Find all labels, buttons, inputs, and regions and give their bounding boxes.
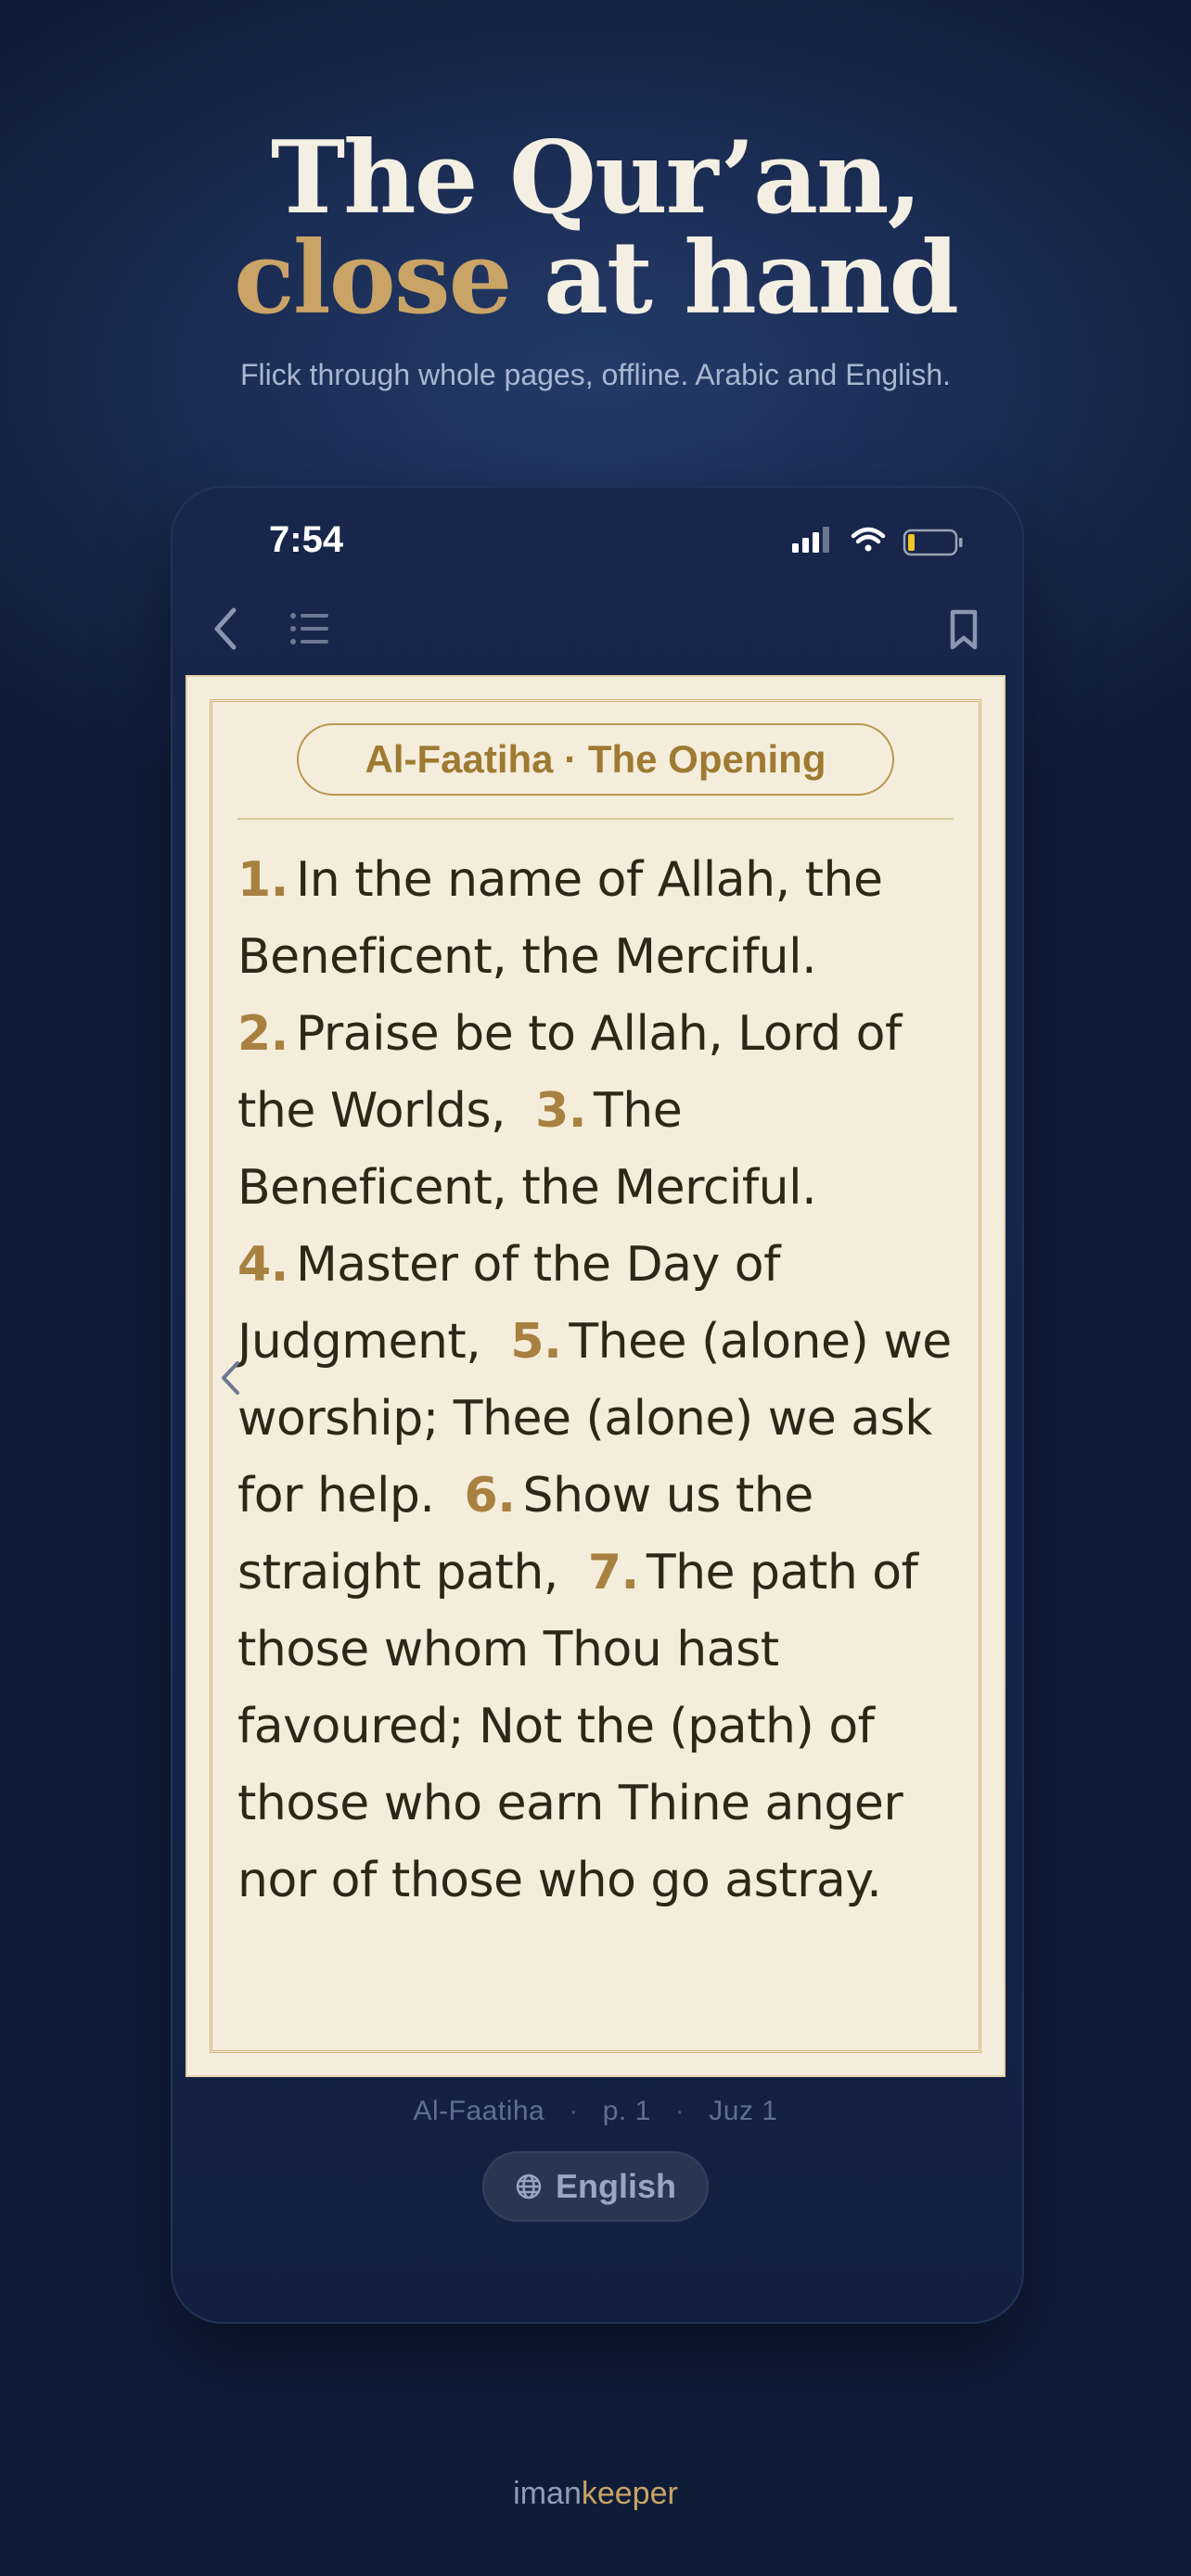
page-divider bbox=[237, 818, 954, 820]
back-chevron-icon[interactable] bbox=[210, 605, 243, 653]
globe-icon bbox=[516, 2174, 542, 2200]
battery-icon bbox=[903, 529, 963, 556]
page-info-surah: Al-Faatiha bbox=[413, 2096, 545, 2126]
verse-number: 1. bbox=[237, 852, 288, 908]
hero-headline-rest: at hand bbox=[510, 220, 959, 337]
verse-number: 7. bbox=[587, 1545, 639, 1600]
hero-accent-word: close bbox=[234, 220, 512, 337]
previous-page-chevron-icon[interactable] bbox=[217, 1358, 243, 1398]
brand-logo: imankeeper bbox=[0, 2476, 1191, 2512]
verse-number: 3. bbox=[535, 1083, 587, 1139]
verse-text: In the name of Allah, the Beneficent, th… bbox=[237, 852, 883, 985]
bookmark-icon[interactable] bbox=[948, 608, 980, 651]
page-info-juz: Juz 1 bbox=[709, 2096, 778, 2126]
page-info: Al-Faatiha · p. 1 · Juz 1 bbox=[0, 2096, 1191, 2127]
language-label: English bbox=[555, 2167, 676, 2205]
wifi-icon bbox=[851, 527, 886, 552]
hero-subtitle: Flick through whole pages, offline. Arab… bbox=[239, 358, 952, 391]
verse-number: 5. bbox=[510, 1314, 562, 1370]
separator: · bbox=[569, 2096, 579, 2126]
hero-headline-line2: close at hand bbox=[0, 228, 1191, 328]
hero-headline-line1: The Qur’an, bbox=[270, 120, 922, 236]
verse-text-block: 1. In the name of Allah, the Beneficent, … bbox=[237, 842, 952, 1919]
cellular-signal-icon bbox=[792, 527, 829, 553]
verse-number: 2. bbox=[237, 1006, 288, 1062]
brand-part-iman: iman bbox=[513, 2476, 582, 2511]
brand-part-keeper: keeper bbox=[581, 2476, 678, 2511]
verse-number: 6. bbox=[464, 1468, 516, 1524]
status-time: 7:54 bbox=[269, 519, 344, 560]
verse-1: 1. In the name of Allah, the Beneficent, … bbox=[237, 852, 883, 985]
separator: · bbox=[674, 2096, 685, 2126]
surah-title-badge: Al-Faatiha · The Opening bbox=[297, 723, 894, 796]
list-icon[interactable] bbox=[289, 610, 330, 647]
verse-number: 4. bbox=[237, 1237, 288, 1293]
status-icons bbox=[792, 527, 963, 556]
page-info-page: p. 1 bbox=[602, 2096, 651, 2126]
language-toggle-button[interactable]: English bbox=[482, 2151, 709, 2222]
